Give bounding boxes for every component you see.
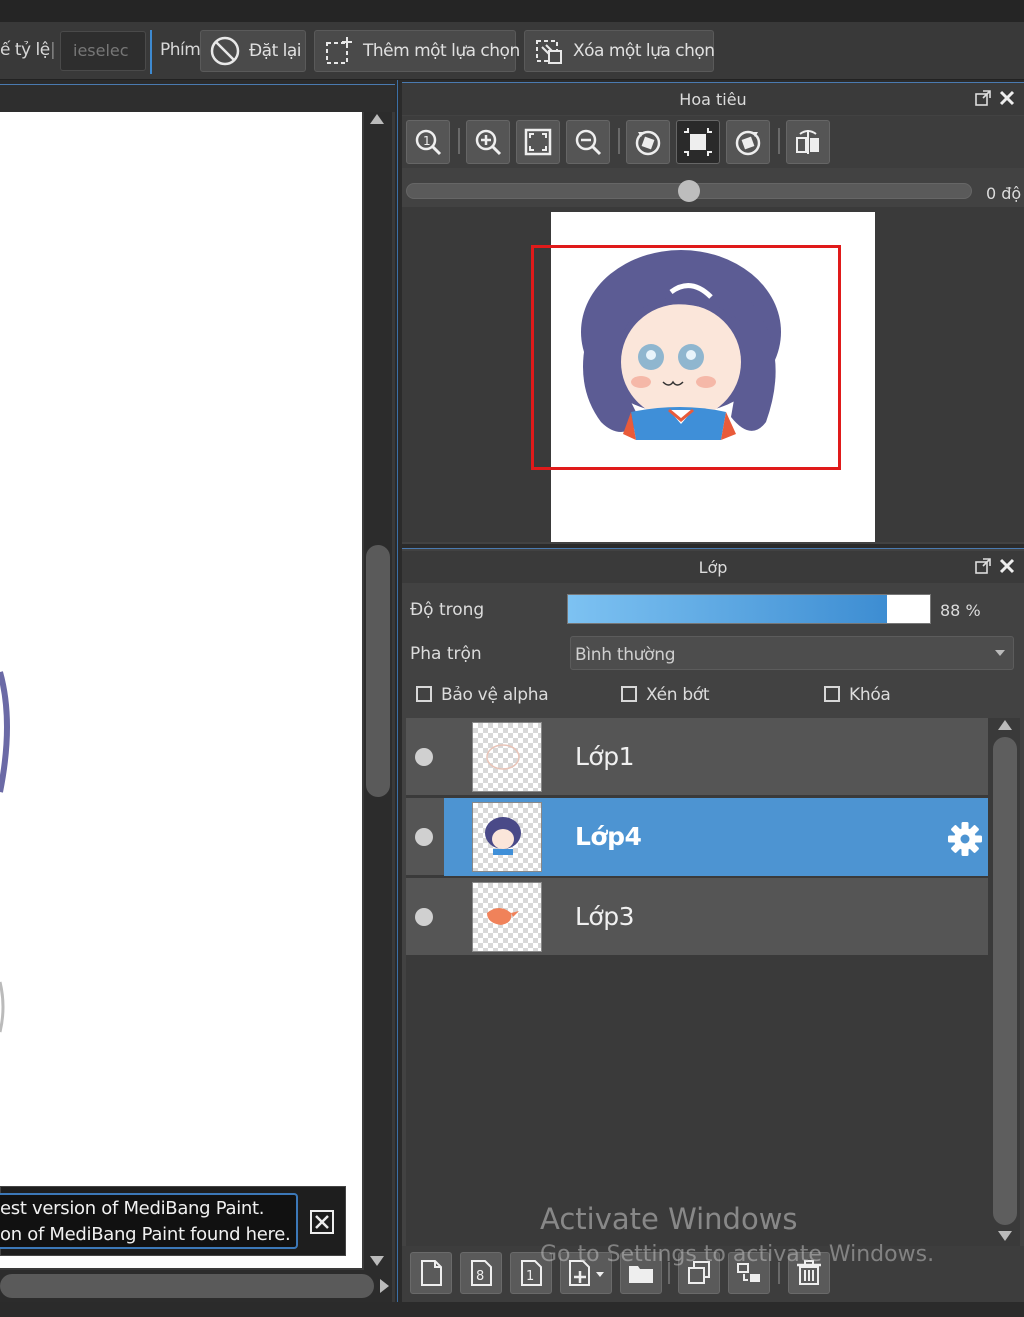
layer-name: Lớp4 xyxy=(575,822,642,851)
remove-selection-button[interactable]: Xóa một lựa chọn xyxy=(524,30,715,72)
prohibit-icon xyxy=(210,36,240,66)
rotation-angle-value: 0 độ xyxy=(986,184,1022,203)
ratio-label: ế tỷ lệ xyxy=(0,40,50,60)
flip-horizontal-icon xyxy=(796,130,819,154)
layer-title: Lớp xyxy=(698,558,728,577)
canvas-frame xyxy=(0,84,395,112)
rotation-slider-handle[interactable] xyxy=(678,180,700,202)
layer-header: Lớp xyxy=(402,551,1024,583)
reset-button[interactable]: Đặt lại xyxy=(200,30,306,72)
scroll-up-arrow-icon[interactable] xyxy=(998,720,1012,730)
layer-name: Lớp1 xyxy=(575,742,635,771)
tool-separator xyxy=(778,128,780,154)
clipping-checkbox[interactable] xyxy=(621,686,637,702)
canvas-drawing-edge xyxy=(0,671,10,1033)
svg-text:1: 1 xyxy=(423,134,431,148)
key-label: Phím xyxy=(160,40,201,60)
lock-checkbox[interactable] xyxy=(824,686,840,702)
add-selection-label: Thêm một lựa chọn xyxy=(363,41,520,61)
add-selection-icon xyxy=(326,37,352,64)
layer-list-scroll-thumb[interactable] xyxy=(993,737,1017,1225)
popout-icon[interactable] xyxy=(974,557,992,575)
opacity-value: 88 % xyxy=(940,601,981,620)
activation-watermark-subtitle: Go to Settings to activate Windows. xyxy=(540,1242,935,1267)
toolbar-separator xyxy=(150,30,152,74)
canvas-paper[interactable] xyxy=(0,112,362,1268)
blend-mode-label: Pha trộn xyxy=(410,644,482,664)
reset-view-icon xyxy=(684,128,712,156)
fit-window-button[interactable] xyxy=(516,120,560,164)
protect-alpha-label: Bảo vệ alpha xyxy=(441,685,549,705)
opacity-slider-fill xyxy=(568,595,887,623)
blend-mode-select[interactable]: Bình thường xyxy=(570,636,1014,670)
tool-separator xyxy=(458,128,460,154)
zoom-out-button[interactable] xyxy=(566,120,610,164)
scroll-down-arrow-icon[interactable] xyxy=(370,1256,384,1266)
navigator-title: Hoa tiêu xyxy=(679,90,747,109)
zoom-out-icon xyxy=(575,129,602,156)
reset-rotation-button[interactable] xyxy=(676,120,720,164)
ratio-separator: | xyxy=(50,40,56,60)
navigator-view-rectangle[interactable] xyxy=(531,245,841,470)
activation-watermark-title: Activate Windows xyxy=(540,1202,798,1236)
chevron-down-icon[interactable] xyxy=(995,650,1005,656)
panel-divider[interactable] xyxy=(397,80,400,1302)
gear-icon[interactable] xyxy=(946,820,984,858)
tool-separator xyxy=(618,128,620,154)
layer-thumbnail xyxy=(472,722,542,792)
bottom-strip xyxy=(0,1302,1024,1317)
title-strip xyxy=(0,0,1024,22)
scroll-down-arrow-icon[interactable] xyxy=(998,1231,1012,1241)
fit-screen-icon xyxy=(524,128,552,156)
remove-selection-icon xyxy=(536,40,562,64)
layer-visibility-toggle[interactable] xyxy=(415,748,433,766)
new-8bit-layer-button[interactable]: 8 xyxy=(460,1252,502,1294)
rotate-right-icon xyxy=(735,130,761,156)
layer-thumbnail xyxy=(472,882,542,952)
new-layer-button[interactable] xyxy=(410,1252,452,1294)
lock-label: Khóa xyxy=(849,685,891,705)
scroll-up-arrow-icon[interactable] xyxy=(370,114,384,124)
canvas-horizontal-scroll-thumb[interactable] xyxy=(0,1274,374,1298)
rotate-left-icon xyxy=(635,130,661,156)
svg-text:1: 1 xyxy=(526,1269,534,1284)
layer-name: Lớp3 xyxy=(575,902,635,931)
zoom-in-button[interactable] xyxy=(466,120,510,164)
8bit-layer-icon: 8 xyxy=(471,1260,492,1286)
deselect-field[interactable]: ieselec xyxy=(60,31,146,71)
popout-icon[interactable] xyxy=(974,89,992,107)
layer-thumbnail xyxy=(472,802,542,872)
actual-size-button[interactable]: 1 xyxy=(406,120,450,164)
medibang-window: ế tỷ lệ | ieselec Phím Đặt lại Thêm một … xyxy=(0,0,1024,1317)
notification-line-2[interactable]: on of MediBang Paint found here. xyxy=(0,1224,291,1245)
remove-selection-label: Xóa một lựa chọn xyxy=(573,41,715,61)
scroll-right-arrow-icon[interactable] xyxy=(380,1279,389,1293)
notification-close-icon[interactable] xyxy=(310,1210,334,1234)
rotate-right-button[interactable] xyxy=(726,120,770,164)
reset-label: Đặt lại xyxy=(249,41,302,61)
svg-text:8: 8 xyxy=(476,1269,484,1284)
layer-visibility-toggle[interactable] xyxy=(415,828,433,846)
layer-visibility-toggle[interactable] xyxy=(415,908,433,926)
opacity-label: Độ trong xyxy=(410,600,485,620)
close-icon[interactable] xyxy=(998,557,1016,575)
notification-line-1: est version of MediBang Paint. xyxy=(0,1198,265,1219)
new-page-icon xyxy=(421,1260,442,1286)
protect-alpha-checkbox[interactable] xyxy=(416,686,432,702)
clipping-label: Xén bớt xyxy=(646,685,710,705)
navigator-header: Hoa tiêu xyxy=(402,83,1024,115)
flip-horizontal-button[interactable] xyxy=(786,120,830,164)
zoom-actual-icon: 1 xyxy=(415,129,442,156)
add-selection-button[interactable]: Thêm một lựa chọn xyxy=(314,30,520,72)
rotate-left-button[interactable] xyxy=(626,120,670,164)
close-icon[interactable] xyxy=(998,89,1016,107)
zoom-in-icon xyxy=(475,129,502,156)
canvas-vertical-scroll-thumb[interactable] xyxy=(366,545,390,797)
